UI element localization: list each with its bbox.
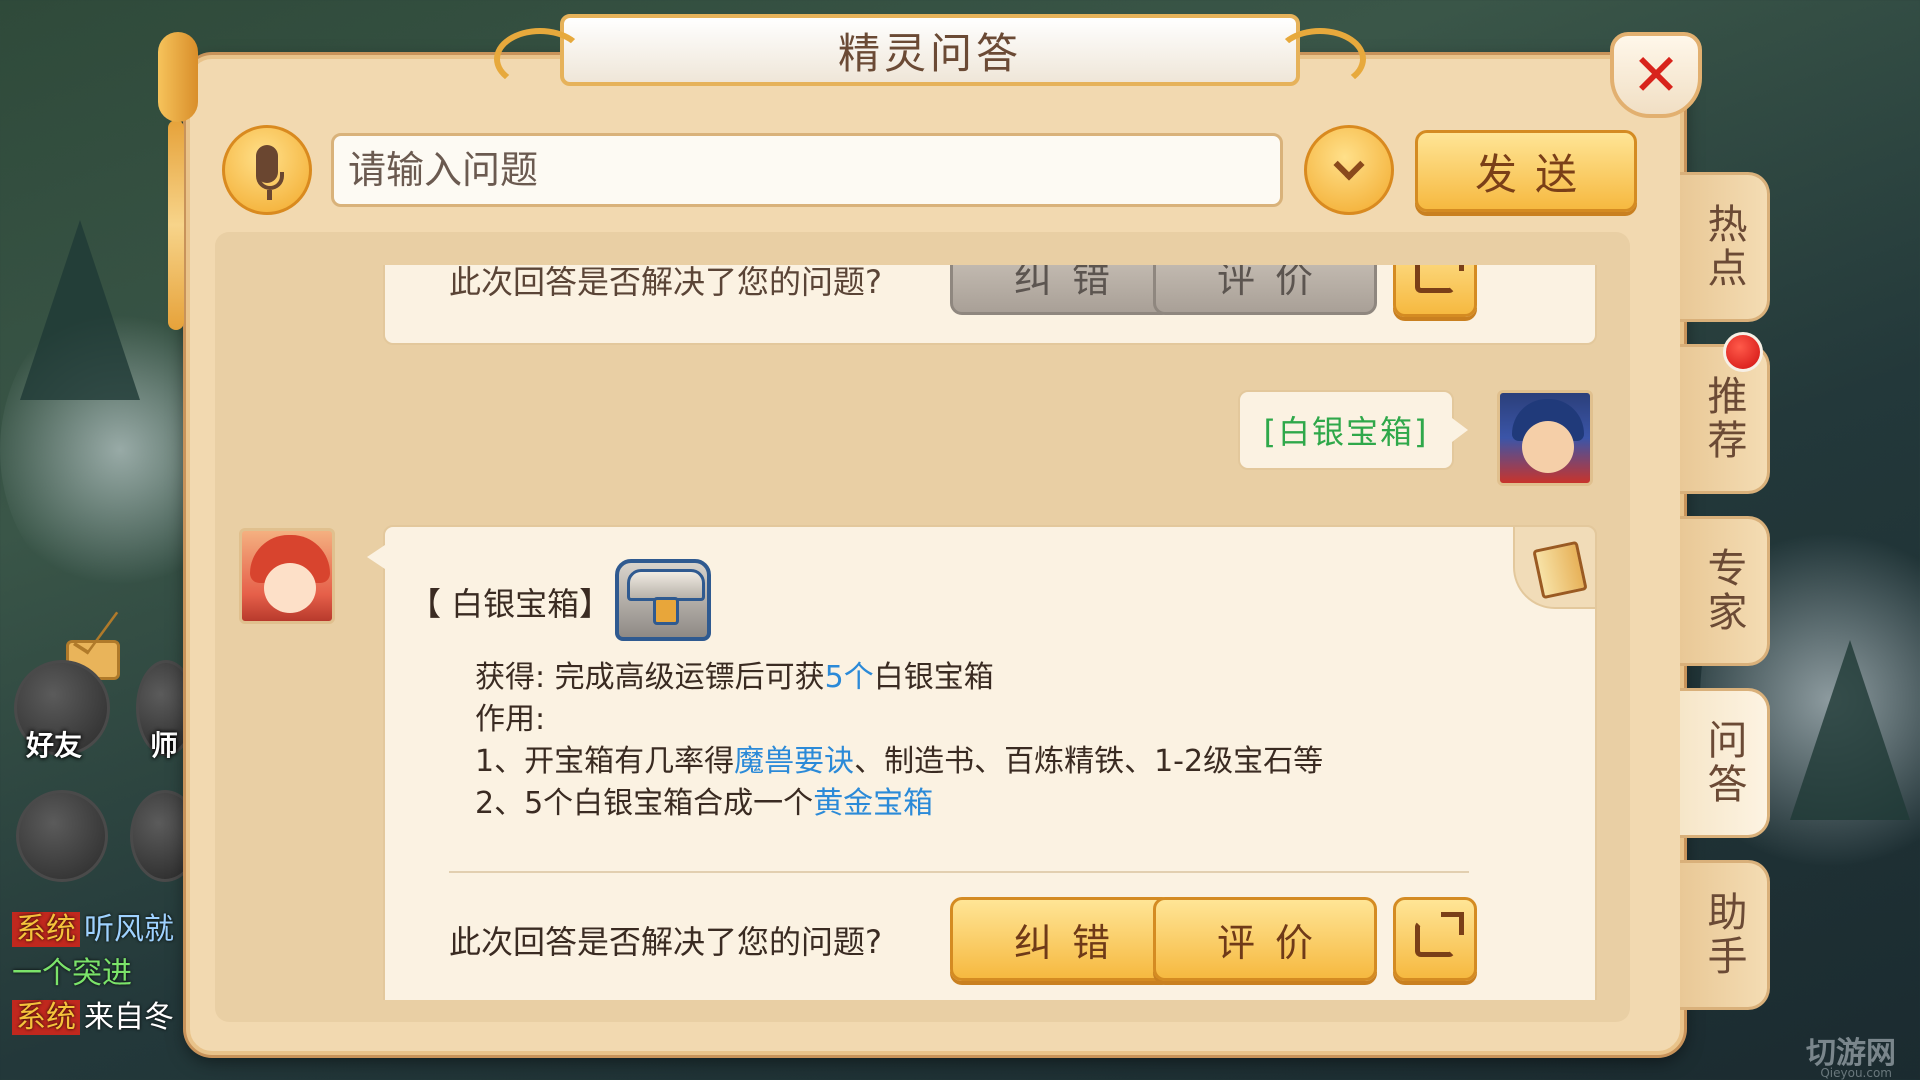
- microphone-icon-base: [267, 190, 272, 200]
- master-label: 师: [150, 729, 179, 762]
- tab-hot[interactable]: 热点: [1680, 172, 1770, 322]
- user-avatar: [1497, 390, 1593, 486]
- answer-text: 白银宝箱: [873, 660, 994, 695]
- answer-line-2: 2、5个白银宝箱合成一个黄金宝箱: [475, 778, 933, 822]
- correct-button[interactable]: 纠错: [950, 897, 1174, 981]
- system-tag: 系统: [12, 912, 80, 947]
- history-dropdown-button[interactable]: [1304, 125, 1394, 215]
- tassel-decoration: [168, 120, 184, 330]
- tree: [1790, 640, 1910, 820]
- tree: [20, 220, 140, 400]
- answer-line-1: 1、开宝箱有几率得魔兽要诀、制造书、百炼精铁、1-2级宝石等: [475, 736, 1323, 780]
- answer-text: 、制造书、百炼精铁、1-2级宝石等: [854, 744, 1324, 779]
- chat-text: 来自冬: [84, 1000, 174, 1035]
- answer-text: 2、5个白银宝箱合成一个: [475, 786, 814, 821]
- answer-link[interactable]: 5个: [825, 660, 874, 695]
- rate-button[interactable]: 评价: [1153, 265, 1377, 315]
- microphone-button[interactable]: [222, 125, 312, 215]
- chat-line: 一个突进: [12, 948, 132, 992]
- tab-assistant[interactable]: 助手: [1680, 860, 1770, 1010]
- chevron-down-icon: [1333, 149, 1365, 181]
- answer-bubble: 【 白银宝箱】 获得: 完成高级运镖后可获5个白银宝箱 作用: 1、开宝箱有几率…: [367, 525, 1597, 1000]
- answer-effect-label: 作用:: [475, 702, 546, 737]
- friends-label: 好友: [26, 729, 83, 762]
- close-button[interactable]: ✕: [1610, 32, 1702, 118]
- microphone-icon-stand: [256, 172, 284, 190]
- chat-text: 听风就: [84, 912, 174, 947]
- feedback-question: 此次回答是否解决了您的问题?: [449, 923, 882, 961]
- send-button[interactable]: 发送: [1415, 130, 1637, 212]
- watermark-sub: Qieyou.com: [1820, 1066, 1892, 1080]
- book-icon[interactable]: [1513, 525, 1597, 609]
- answer-text: 1、开宝箱有几率得: [475, 744, 735, 779]
- share-icon: [1415, 265, 1464, 293]
- rate-button[interactable]: 评价: [1153, 897, 1377, 981]
- assistant-avatar: [239, 528, 335, 624]
- chat-text: 一个突进: [12, 956, 132, 991]
- correct-button[interactable]: 纠错: [950, 265, 1174, 315]
- close-icon: ✕: [1631, 41, 1681, 109]
- chat-bubble-icon[interactable]: [16, 790, 108, 882]
- chat-line: 系统 来自冬: [12, 992, 174, 1036]
- notification-badge: [1723, 332, 1763, 372]
- system-tag: 系统: [12, 1000, 80, 1035]
- answer-title: 【 白银宝箱】: [409, 585, 612, 623]
- previous-answer-bubble: 此次回答是否解决了您的问题? 纠错 评价: [383, 265, 1597, 345]
- chat-scroll[interactable]: 此次回答是否解决了您的问题? 纠错 评价 [白银宝箱] 【 白银宝箱】 获得: …: [215, 265, 1630, 1000]
- tab-expert[interactable]: 专家: [1680, 516, 1770, 666]
- treasure-chest-icon: [615, 559, 711, 641]
- feedback-question: 此次回答是否解决了您的问题?: [449, 265, 882, 301]
- question-input[interactable]: [331, 133, 1283, 207]
- divider: [449, 871, 1469, 873]
- title-plate: 精灵问答: [494, 14, 1366, 90]
- share-button[interactable]: [1393, 265, 1477, 317]
- answer-link[interactable]: 魔兽要诀: [734, 744, 854, 779]
- share-button[interactable]: [1393, 897, 1477, 981]
- share-icon: [1415, 912, 1464, 957]
- answer-text: 获得: 完成高级运镖后可获: [475, 660, 825, 695]
- user-message-bubble[interactable]: [白银宝箱]: [1238, 390, 1468, 470]
- scroll-decoration: [158, 32, 198, 122]
- chat-line: 系统 听风就: [12, 904, 174, 948]
- answer-link[interactable]: 黄金宝箱: [813, 786, 933, 821]
- page-title: 精灵问答: [837, 28, 1022, 78]
- answer-obtain-line: 获得: 完成高级运镖后可获5个白银宝箱: [475, 652, 994, 696]
- avatar-face: [1522, 421, 1574, 473]
- avatar-face: [264, 563, 316, 613]
- tab-qa[interactable]: 问答: [1680, 688, 1770, 838]
